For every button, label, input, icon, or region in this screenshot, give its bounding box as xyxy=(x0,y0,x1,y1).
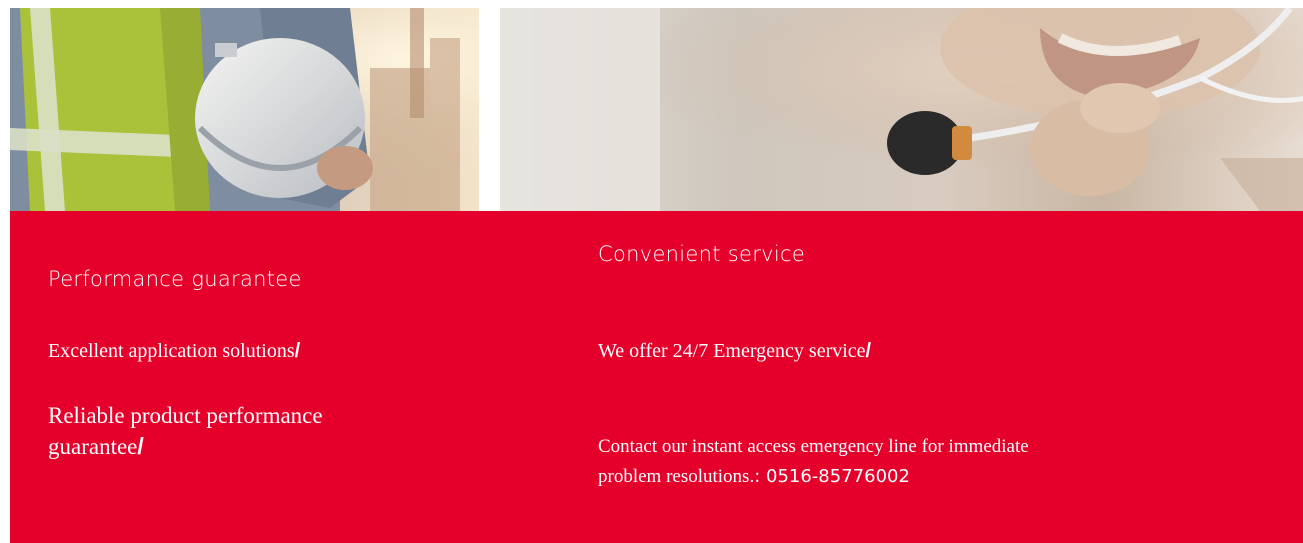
product-performance-item: Reliable product performance guarantee/ xyxy=(48,401,323,462)
separator-slash: / xyxy=(137,433,144,459)
emergency-service-item: We offer 24/7 Emergency service/ xyxy=(598,336,871,366)
separator-slash: / xyxy=(865,340,872,362)
application-solutions-item: Excellent application solutions/ xyxy=(48,336,300,366)
convenient-service-heading: Convenient service xyxy=(598,242,806,266)
microphone-illustration xyxy=(500,8,1303,211)
worker-hardhat-image xyxy=(10,8,479,211)
product-performance-label-line1: Reliable product performance xyxy=(48,403,323,428)
separator-slash: / xyxy=(294,340,301,362)
microphone-image xyxy=(500,8,1303,211)
performance-heading: Performance guarantee xyxy=(48,267,302,291)
contact-description-line1: Contact our instant access emergency lin… xyxy=(598,436,1029,457)
contact-description-line2: problem resolutions. xyxy=(598,466,755,487)
product-performance-label-line2: guarantee xyxy=(48,434,138,459)
worker-hardhat-illustration xyxy=(10,8,479,211)
contact-line-text: Contact our instant access emergency lin… xyxy=(598,432,1029,492)
emergency-service-label: We offer 24/7 Emergency service xyxy=(598,340,866,362)
emergency-phone-number[interactable]: 0516-85776002 xyxy=(766,466,910,487)
phone-prefix: : xyxy=(754,466,766,487)
application-solutions-label: Excellent application solutions xyxy=(48,340,295,362)
